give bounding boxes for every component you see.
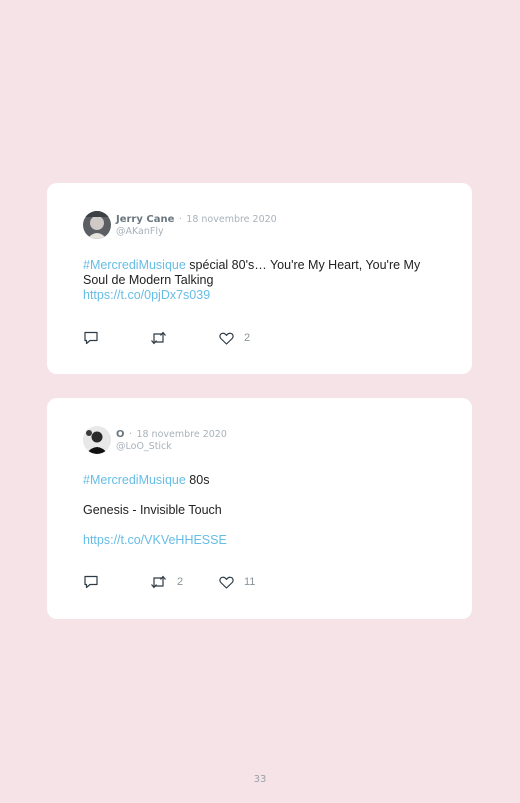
reply-button[interactable]: [83, 575, 99, 589]
heart-icon: [219, 332, 234, 345]
tweet-text: #MercrediMusique spécial 80's… You're My…: [83, 258, 443, 303]
tweet-line: Genesis - Invisible Touch: [83, 503, 222, 517]
tweet-body-text: 80s: [185, 473, 210, 487]
avatar[interactable]: [83, 211, 111, 239]
tweet-line: https://t.co/VKVeHHESSE: [83, 533, 443, 548]
reply-icon: [84, 575, 98, 589]
tweet-url-link[interactable]: https://t.co/VKVeHHESSE: [83, 533, 227, 547]
author-handle[interactable]: @LoO_Stick: [116, 441, 227, 453]
tweet-header: O · 18 novembre 2020 @LoO_Stick: [83, 426, 227, 454]
separator-dot: ·: [178, 214, 182, 225]
tweet-text: #MercrediMusique 80s Genesis - Invisible…: [83, 473, 443, 563]
separator-dot: ·: [128, 429, 132, 440]
like-count: 2: [244, 332, 251, 344]
hashtag-link[interactable]: #MercrediMusique: [83, 473, 186, 487]
tweet-line: #MercrediMusique 80s: [83, 473, 443, 488]
retweet-icon: [151, 575, 166, 589]
retweet-icon: [151, 331, 166, 345]
tweet-card: Jerry Cane · 18 novembre 2020 @AKanFly #…: [47, 183, 472, 374]
tweet-url-link[interactable]: https://t.co/0pjDx7s039: [83, 288, 210, 302]
like-count: 11: [244, 576, 256, 588]
tweet-date[interactable]: 18 novembre 2020: [136, 429, 226, 440]
author-name[interactable]: Jerry Cane: [116, 214, 174, 225]
author-handle[interactable]: @AKanFly: [116, 226, 277, 238]
avatar[interactable]: [83, 426, 111, 454]
retweet-button[interactable]: [150, 331, 167, 345]
tweet-date[interactable]: 18 novembre 2020: [186, 214, 276, 225]
heart-icon: [219, 576, 234, 589]
reply-button[interactable]: [83, 331, 99, 345]
retweet-count: 2: [177, 576, 184, 588]
hashtag-link[interactable]: #MercrediMusique: [83, 258, 186, 272]
page-number: 33: [253, 774, 267, 785]
retweet-button[interactable]: 2: [150, 575, 183, 589]
tweet-header: Jerry Cane · 18 novembre 2020 @AKanFly: [83, 211, 277, 239]
tweet-card: O · 18 novembre 2020 @LoO_Stick #Mercred…: [47, 398, 472, 619]
like-button[interactable]: 2: [219, 332, 250, 345]
reply-icon: [84, 331, 98, 345]
author-name[interactable]: O: [116, 429, 125, 440]
like-button[interactable]: 11: [219, 576, 255, 589]
